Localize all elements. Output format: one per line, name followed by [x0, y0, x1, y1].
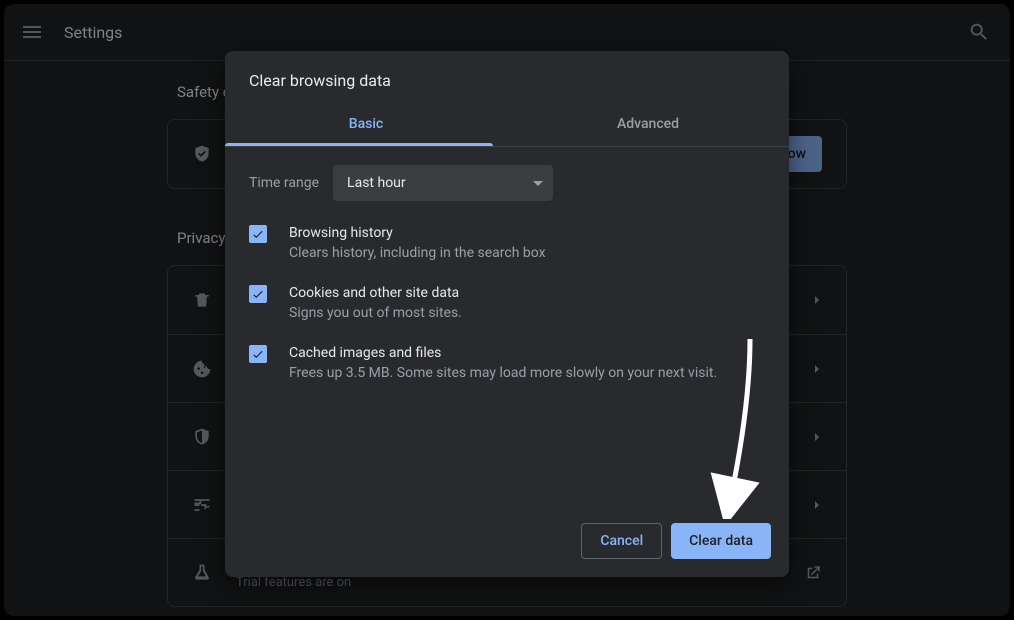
- time-range-label: Time range: [249, 175, 319, 191]
- check-title: Cookies and other site data: [289, 283, 765, 303]
- check-title: Browsing history: [289, 223, 765, 243]
- check-sub: Signs you out of most sites.: [289, 303, 765, 323]
- dialog-title: Clear browsing data: [225, 51, 789, 104]
- checkbox-cache[interactable]: [249, 345, 267, 363]
- chevron-down-icon: [533, 181, 543, 186]
- dialog-tabs: Basic Advanced: [225, 104, 789, 147]
- check-sub: Clears history, including in the search …: [289, 243, 765, 263]
- time-range-value: Last hour: [347, 175, 406, 191]
- checkbox-browsing-history[interactable]: [249, 225, 267, 243]
- clear-browsing-data-dialog: Clear browsing data Basic Advanced Time …: [225, 51, 789, 577]
- checkbox-cookies[interactable]: [249, 285, 267, 303]
- check-row-cookies: Cookies and other site data Signs you ou…: [249, 283, 765, 323]
- tab-indicator: [225, 143, 493, 146]
- time-range-select[interactable]: Last hour: [333, 165, 553, 201]
- check-row-cache: Cached images and files Frees up 3.5 MB.…: [249, 343, 765, 383]
- cancel-button[interactable]: Cancel: [581, 523, 662, 559]
- tab-basic[interactable]: Basic: [225, 104, 507, 146]
- check-row-browsing-history: Browsing history Clears history, includi…: [249, 223, 765, 263]
- check-title: Cached images and files: [289, 343, 765, 363]
- tab-advanced[interactable]: Advanced: [507, 104, 789, 146]
- check-sub: Frees up 3.5 MB. Some sites may load mor…: [289, 363, 765, 383]
- clear-data-button[interactable]: Clear data: [671, 523, 771, 559]
